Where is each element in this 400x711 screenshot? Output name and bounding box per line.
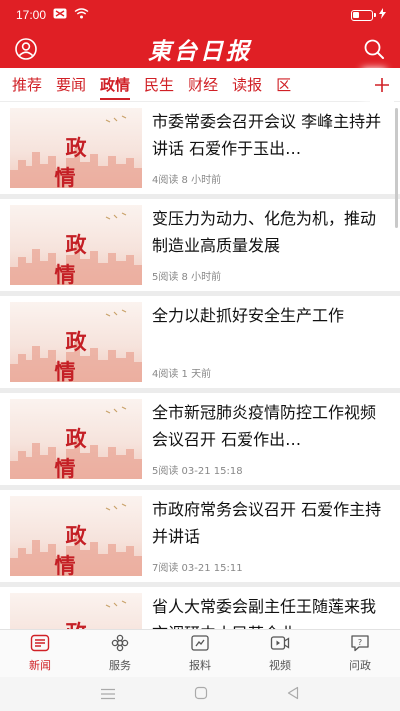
thumbnail-label: 政 情 (54, 135, 109, 188)
search-icon[interactable] (362, 37, 386, 61)
nav-service-label: 服务 (109, 659, 131, 672)
list-scrollbar[interactable] (395, 108, 398, 228)
wifi-icon (74, 8, 89, 22)
article-title[interactable]: 市委常委会召开会议 李峰主持并讲话 石爱作于玉出… (152, 108, 390, 162)
thumbnail-label: 政 情 (54, 232, 109, 285)
article-thumbnail: 政 情 (10, 496, 142, 576)
back-icon[interactable] (286, 685, 300, 704)
nav-report-label: 报料 (189, 659, 211, 672)
thumbnail-label: 政 情 (54, 329, 109, 382)
article-thumbnail: 政 情 (10, 302, 142, 382)
inquiry-icon: ? (350, 634, 370, 657)
nav-inquiry-label: 问政 (349, 659, 371, 672)
add-tab-icon[interactable] (370, 68, 394, 102)
article-title[interactable]: 市政府常务会议召开 石爱作主持并讲话 (152, 496, 390, 550)
article-list: 政 情 市委常委会召开会议 李峰主持并讲话 石爱作于玉出… 4阅读 8 小时前 … (0, 102, 400, 629)
tab-newspaper[interactable]: 读报 (225, 68, 269, 102)
article-thumbnail: 政 情 (10, 108, 142, 188)
article-meta: 7阅读 03-21 15:11 (152, 563, 243, 574)
nav-news-label: 新闻 (29, 659, 51, 672)
article-item[interactable]: 政 情 市委常委会召开会议 李峰主持并讲话 石爱作于玉出… 4阅读 8 小时前 (0, 102, 400, 199)
article-item[interactable]: 政 情 全市新冠肺炎疫情防控工作视频会议召开 石爱作出… 5阅读 03-21 1… (0, 393, 400, 490)
article-title[interactable]: 全市新冠肺炎疫情防控工作视频会议召开 石爱作出… (152, 399, 390, 453)
article-title[interactable]: 省人大常委会副主任王随莲来我市调研中小民营企业 (152, 593, 390, 629)
nav-news[interactable]: 新闻 (0, 630, 80, 677)
video-icon (270, 634, 290, 657)
thumbnail-label: 政 情 (10, 617, 142, 629)
thumbnail-label: 政 情 (54, 523, 109, 576)
article-title[interactable]: 全力以赴抓好安全生产工作 (152, 302, 390, 356)
tab-district[interactable]: 区 (269, 68, 298, 102)
tab-headlines[interactable]: 要闻 (49, 68, 93, 102)
status-bar: 17:00 (0, 0, 400, 30)
mail-icon (53, 8, 67, 22)
menu-icon[interactable] (100, 685, 116, 704)
report-icon (190, 634, 210, 657)
home-icon[interactable] (194, 685, 208, 704)
article-thumbnail: 政 情 (10, 205, 142, 285)
article-thumbnail: 政 情 (10, 399, 142, 479)
tab-livelihood[interactable]: 民生 (137, 68, 181, 102)
article-meta: 4阅读 8 小时前 (152, 175, 222, 186)
svg-text:?: ? (358, 638, 362, 647)
tab-recommend[interactable]: 推荐 (0, 68, 49, 102)
service-icon (110, 634, 130, 657)
article-meta: 5阅读 03-21 15:18 (152, 466, 243, 477)
battery-icon (351, 9, 376, 21)
article-item[interactable]: 政 情 市政府常务会议召开 石爱作主持并讲话 7阅读 03-21 15:11 (0, 490, 400, 587)
nav-report[interactable]: 报料 (160, 630, 240, 677)
profile-icon[interactable] (14, 37, 38, 61)
charging-icon (379, 8, 386, 22)
article-meta: 5阅读 8 小时前 (152, 272, 222, 283)
tab-finance[interactable]: 财经 (181, 68, 225, 102)
nav-service[interactable]: 服务 (80, 630, 160, 677)
app-header: 17:00 東台日报 (0, 0, 400, 68)
status-time: 17:00 (16, 8, 47, 22)
nav-video-label: 视频 (269, 659, 291, 672)
news-icon (30, 634, 50, 657)
system-nav-bar (0, 677, 400, 711)
category-tabs: 推荐 要闻 政情 民生 财经 读报 区 (0, 68, 400, 102)
app-logo: 東台日报 (148, 38, 252, 65)
article-meta: 4阅读 1 天前 (152, 369, 212, 380)
thumbnail-label: 政 情 (54, 426, 109, 479)
article-item[interactable]: 政 情 变压力为动力、化危为机，推动制造业高质量发展 5阅读 8 小时前 (0, 199, 400, 296)
article-title[interactable]: 变压力为动力、化危为机，推动制造业高质量发展 (152, 205, 390, 259)
nav-video[interactable]: 视频 (240, 630, 320, 677)
article-item[interactable]: 政 情 省人大常委会副主任王随莲来我市调研中小民营企业 (0, 587, 400, 629)
nav-inquiry[interactable]: ? 问政 (320, 630, 400, 677)
article-thumbnail: 政 情 (10, 593, 142, 629)
article-item[interactable]: 政 情 全力以赴抓好安全生产工作 4阅读 1 天前 (0, 296, 400, 393)
tab-politics[interactable]: 政情 (93, 68, 137, 102)
bottom-nav: 新闻 服务 报料 视频 ? 问政 (0, 629, 400, 677)
